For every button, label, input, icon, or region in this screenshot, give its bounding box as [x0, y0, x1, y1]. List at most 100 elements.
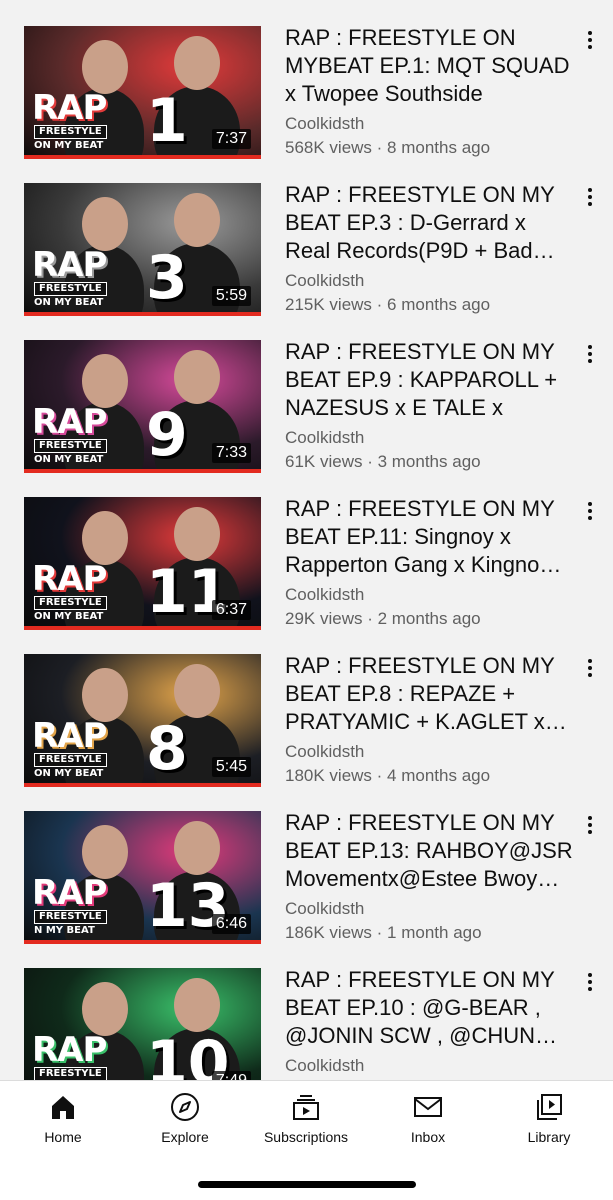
compass-icon: [171, 1093, 199, 1121]
thumbnail-freestyle-label: FREESTYLE: [34, 439, 107, 453]
library-icon: [537, 1094, 562, 1120]
channel-name[interactable]: Coolkidsth: [285, 585, 364, 605]
nav-subscriptions[interactable]: Subscriptions: [251, 1091, 361, 1145]
video-title[interactable]: RAP : FREESTYLE ON MY BEAT EP.9 : KAPPAR…: [285, 338, 575, 422]
channel-name[interactable]: Coolkidsth: [285, 742, 364, 762]
thumbnail-onmybeat-label: ON MY BEAT: [34, 611, 104, 622]
nav-label: Inbox: [410, 1129, 446, 1145]
thumbnail-person-head: [174, 193, 220, 247]
thumbnail-episode-number: 9: [146, 400, 188, 470]
more-options-icon[interactable]: [580, 499, 600, 523]
thumbnail-freestyle-label: FREESTYLE: [34, 282, 107, 296]
video-duration: 6:37: [211, 600, 251, 620]
channel-name[interactable]: Coolkidsth: [285, 114, 364, 134]
video-thumbnail[interactable]: RAP FREESTYLE N MY BEAT 13 6:46: [24, 811, 261, 944]
thumbnail-person-head: [174, 350, 220, 404]
more-options-icon[interactable]: [580, 656, 600, 680]
more-options-icon[interactable]: [580, 813, 600, 837]
thumbnail-episode-number: 3: [146, 243, 188, 313]
more-options-icon[interactable]: [580, 342, 600, 366]
video-meta: 186K views · 1 month ago: [285, 923, 482, 942]
subscriptions-icon: [293, 1095, 319, 1120]
channel-name[interactable]: Coolkidsth: [285, 899, 364, 919]
thumbnail-freestyle-label: FREESTYLE: [34, 125, 107, 139]
thumbnail-onmybeat-label: ON MY BEAT: [34, 140, 104, 151]
channel-name[interactable]: Coolkidsth: [285, 1056, 364, 1076]
thumbnail-onmybeat-label: ON MY BEAT: [34, 297, 104, 308]
video-meta: 215K views · 6 months ago: [285, 295, 491, 314]
video-feed: RAP FREESTYLE ON MY BEAT 1 7:37 RAP : FR…: [0, 0, 613, 1080]
video-thumbnail[interactable]: RAP FREESTYLE ON MY BEAT 8 5:45: [24, 654, 261, 787]
mail-icon: [414, 1097, 442, 1117]
home-icon: [52, 1096, 74, 1119]
thumbnail-person-head: [174, 821, 220, 875]
more-options-icon[interactable]: [580, 28, 600, 52]
video-meta: 29K views · 2 months ago: [285, 609, 481, 628]
video-item[interactable]: RAP FREESTYLE ON MY BEAT 8 5:45 RAP : FR…: [0, 628, 613, 787]
thumbnail-onmybeat-label: ON MY BEAT: [34, 454, 104, 465]
video-meta: 61K views · 3 months ago: [285, 452, 481, 471]
more-options-icon[interactable]: [580, 970, 600, 994]
video-thumbnail[interactable]: RAP FREESTYLE ON MY BEAT 3 5:59: [24, 183, 261, 316]
video-item[interactable]: RAP FREESTYLE 10 7:49 RAP : FREESTYLE ON…: [0, 942, 613, 1080]
thumbnail-episode-number: 8: [146, 714, 188, 784]
video-duration: 7:49: [211, 1071, 251, 1080]
video-title[interactable]: RAP : FREESTYLE ON MY BEAT EP.10 : @G-BE…: [285, 966, 575, 1050]
video-title[interactable]: RAP : FREESTYLE ON MY BEAT EP.8 : REPAZE…: [285, 652, 575, 736]
video-duration: 5:59: [211, 286, 251, 306]
thumbnail-rap-logo: RAP: [32, 1030, 107, 1070]
video-duration: 5:45: [211, 757, 251, 777]
video-title[interactable]: RAP : FREESTYLE ON MYBEAT EP.1: MQT SQUA…: [285, 24, 575, 108]
nav-library[interactable]: Library: [494, 1091, 604, 1145]
thumbnail-rap-logo: RAP: [32, 559, 107, 599]
thumbnail-rap-logo: RAP: [32, 873, 107, 913]
thumbnail-person-head: [82, 825, 128, 879]
video-item[interactable]: RAP FREESTYLE ON MY BEAT 1 7:37 RAP : FR…: [0, 0, 613, 159]
thumbnail-person-head: [174, 507, 220, 561]
video-title[interactable]: RAP : FREESTYLE ON MY BEAT EP.3 : D-Gerr…: [285, 181, 575, 265]
thumbnail-person-head: [82, 354, 128, 408]
channel-name[interactable]: Coolkidsth: [285, 271, 364, 291]
thumbnail-person-head: [174, 36, 220, 90]
nav-label: Subscriptions: [263, 1129, 349, 1145]
video-thumbnail[interactable]: RAP FREESTYLE ON MY BEAT 11 6:37: [24, 497, 261, 630]
thumbnail-onmybeat-label: N MY BEAT: [34, 925, 95, 936]
video-item[interactable]: RAP FREESTYLE ON MY BEAT 9 7:33 RAP : FR…: [0, 314, 613, 473]
thumbnail-freestyle-label: FREESTYLE: [34, 910, 107, 924]
video-item[interactable]: RAP FREESTYLE ON MY BEAT 3 5:59 RAP : FR…: [0, 157, 613, 316]
nav-explore[interactable]: Explore: [130, 1091, 240, 1145]
nav-label: Explore: [161, 1129, 209, 1145]
video-duration: 6:46: [211, 914, 251, 934]
video-meta: 568K views · 8 months ago: [285, 138, 491, 157]
video-duration: 7:33: [211, 443, 251, 463]
channel-name[interactable]: Coolkidsth: [285, 428, 364, 448]
nav-home[interactable]: Home: [8, 1091, 118, 1145]
thumbnail-rap-logo: RAP: [32, 245, 107, 285]
thumbnail-freestyle-label: FREESTYLE: [34, 753, 107, 767]
thumbnail-freestyle-label: FREESTYLE: [34, 596, 107, 610]
thumbnail-person-head: [82, 982, 128, 1036]
video-title[interactable]: RAP : FREESTYLE ON MY BEAT EP.13: RAHBOY…: [285, 809, 575, 893]
thumbnail-rap-logo: RAP: [32, 88, 107, 128]
thumbnail-person-head: [82, 40, 128, 94]
thumbnail-person-head: [82, 511, 128, 565]
thumbnail-episode-number: 1: [146, 86, 188, 156]
video-meta: 180K views · 4 months ago: [285, 766, 491, 785]
thumbnail-rap-logo: RAP: [32, 402, 107, 442]
more-options-icon[interactable]: [580, 185, 600, 209]
thumbnail-onmybeat-label: ON MY BEAT: [34, 768, 104, 779]
home-indicator[interactable]: [198, 1181, 416, 1188]
video-thumbnail[interactable]: RAP FREESTYLE 10 7:49: [24, 968, 261, 1080]
video-item[interactable]: RAP FREESTYLE N MY BEAT 13 6:46 RAP : FR…: [0, 785, 613, 944]
thumbnail-freestyle-label: FREESTYLE: [34, 1067, 107, 1080]
nav-inbox[interactable]: Inbox: [373, 1091, 483, 1145]
video-item[interactable]: RAP FREESTYLE ON MY BEAT 11 6:37 RAP : F…: [0, 471, 613, 630]
video-thumbnail[interactable]: RAP FREESTYLE ON MY BEAT 1 7:37: [24, 26, 261, 159]
video-title[interactable]: RAP : FREESTYLE ON MY BEAT EP.11: Singno…: [285, 495, 575, 579]
thumbnail-person-head: [82, 668, 128, 722]
thumbnail-person-head: [174, 664, 220, 718]
nav-label: Library: [527, 1129, 571, 1145]
thumbnail-person-head: [82, 197, 128, 251]
video-thumbnail[interactable]: RAP FREESTYLE ON MY BEAT 9 7:33: [24, 340, 261, 473]
thumbnail-person-head: [174, 978, 220, 1032]
